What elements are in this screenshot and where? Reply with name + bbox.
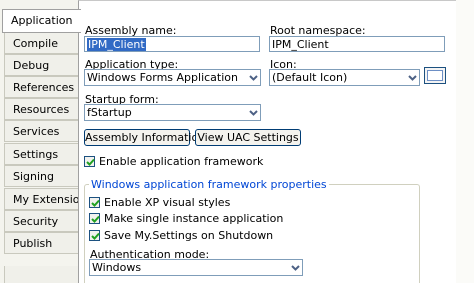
tab-label: Application — [11, 14, 73, 27]
tab-security[interactable]: Security — [4, 210, 78, 232]
make-single-instance-checkbox[interactable]: Make single instance application — [89, 212, 283, 225]
tab-my-extensions[interactable]: My Extensions — [4, 188, 92, 210]
assembly-name-value: IPM_Client — [87, 38, 146, 51]
checkmark-icon — [89, 230, 100, 241]
tab-label: Services — [13, 125, 60, 138]
make-single-instance-label: Make single instance application — [104, 212, 284, 225]
tab-services[interactable]: Services — [4, 120, 78, 142]
tab-label: References — [13, 81, 75, 94]
root-namespace-input[interactable]: IPM_Client — [269, 36, 445, 52]
tab-resources[interactable]: Resources — [4, 98, 78, 120]
tab-settings[interactable]: Settings — [4, 143, 78, 165]
tab-debug[interactable]: Debug — [4, 54, 78, 76]
enable-xp-visual-styles-label: Enable XP visual styles — [104, 196, 231, 209]
authentication-mode-value: Windows — [92, 261, 142, 274]
tabstrip-edge — [4, 266, 78, 283]
default-application-icon — [427, 70, 443, 81]
chevron-down-icon[interactable] — [288, 260, 302, 275]
tab-label: Signing — [13, 170, 55, 183]
enable-xp-visual-styles-checkbox[interactable]: Enable XP visual styles — [89, 196, 230, 209]
startup-form-value: fStartup — [87, 106, 132, 119]
authentication-mode-select[interactable]: Windows — [89, 259, 303, 276]
icon-preview — [424, 67, 446, 84]
chevron-down-icon[interactable] — [246, 70, 260, 85]
icon-value: (Default Icon) — [272, 71, 348, 84]
tab-application[interactable]: Application — [2, 9, 81, 33]
tab-publish[interactable]: Publish — [4, 232, 78, 254]
tab-label: Debug — [13, 59, 50, 72]
view-uac-settings-button[interactable]: View UAC Settings — [195, 129, 301, 146]
root-namespace-value: IPM_Client — [272, 38, 329, 51]
save-my-settings-label: Save My.Settings on Shutdown — [104, 229, 274, 242]
tab-label: Resources — [13, 103, 70, 116]
framework-properties-title: Windows application framework properties — [89, 178, 329, 191]
vertical-scrollbar[interactable] — [456, 0, 474, 283]
assembly-name-input[interactable]: IPM_Client — [84, 36, 260, 52]
tab-label: Compile — [13, 37, 58, 50]
save-my-settings-checkbox[interactable]: Save My.Settings on Shutdown — [89, 229, 273, 242]
tab-references[interactable]: References — [4, 76, 78, 98]
checkmark-icon — [89, 197, 100, 208]
assembly-information-button[interactable]: Assembly Information... — [84, 129, 216, 146]
tab-label: Settings — [13, 148, 59, 161]
enable-application-framework-checkbox[interactable]: Enable application framework — [84, 155, 263, 168]
tab-label: Publish — [13, 237, 53, 250]
enable-application-framework-label: Enable application framework — [99, 155, 264, 168]
icon-select[interactable]: (Default Icon) — [269, 69, 420, 86]
checkmark-icon — [89, 213, 100, 224]
tab-compile[interactable]: Compile — [4, 32, 78, 54]
application-type-value: Windows Forms Application — [87, 71, 238, 84]
chevron-down-icon[interactable] — [246, 105, 260, 120]
checkmark-icon — [84, 156, 95, 167]
tab-label: Security — [13, 215, 59, 228]
application-type-select[interactable]: Windows Forms Application — [84, 69, 261, 86]
startup-form-select[interactable]: fStartup — [84, 104, 261, 121]
tab-signing[interactable]: Signing — [4, 165, 78, 187]
project-designer-tabstrip: Application Compile Debug References Res… — [0, 0, 92, 283]
chevron-down-icon[interactable] — [405, 70, 419, 85]
